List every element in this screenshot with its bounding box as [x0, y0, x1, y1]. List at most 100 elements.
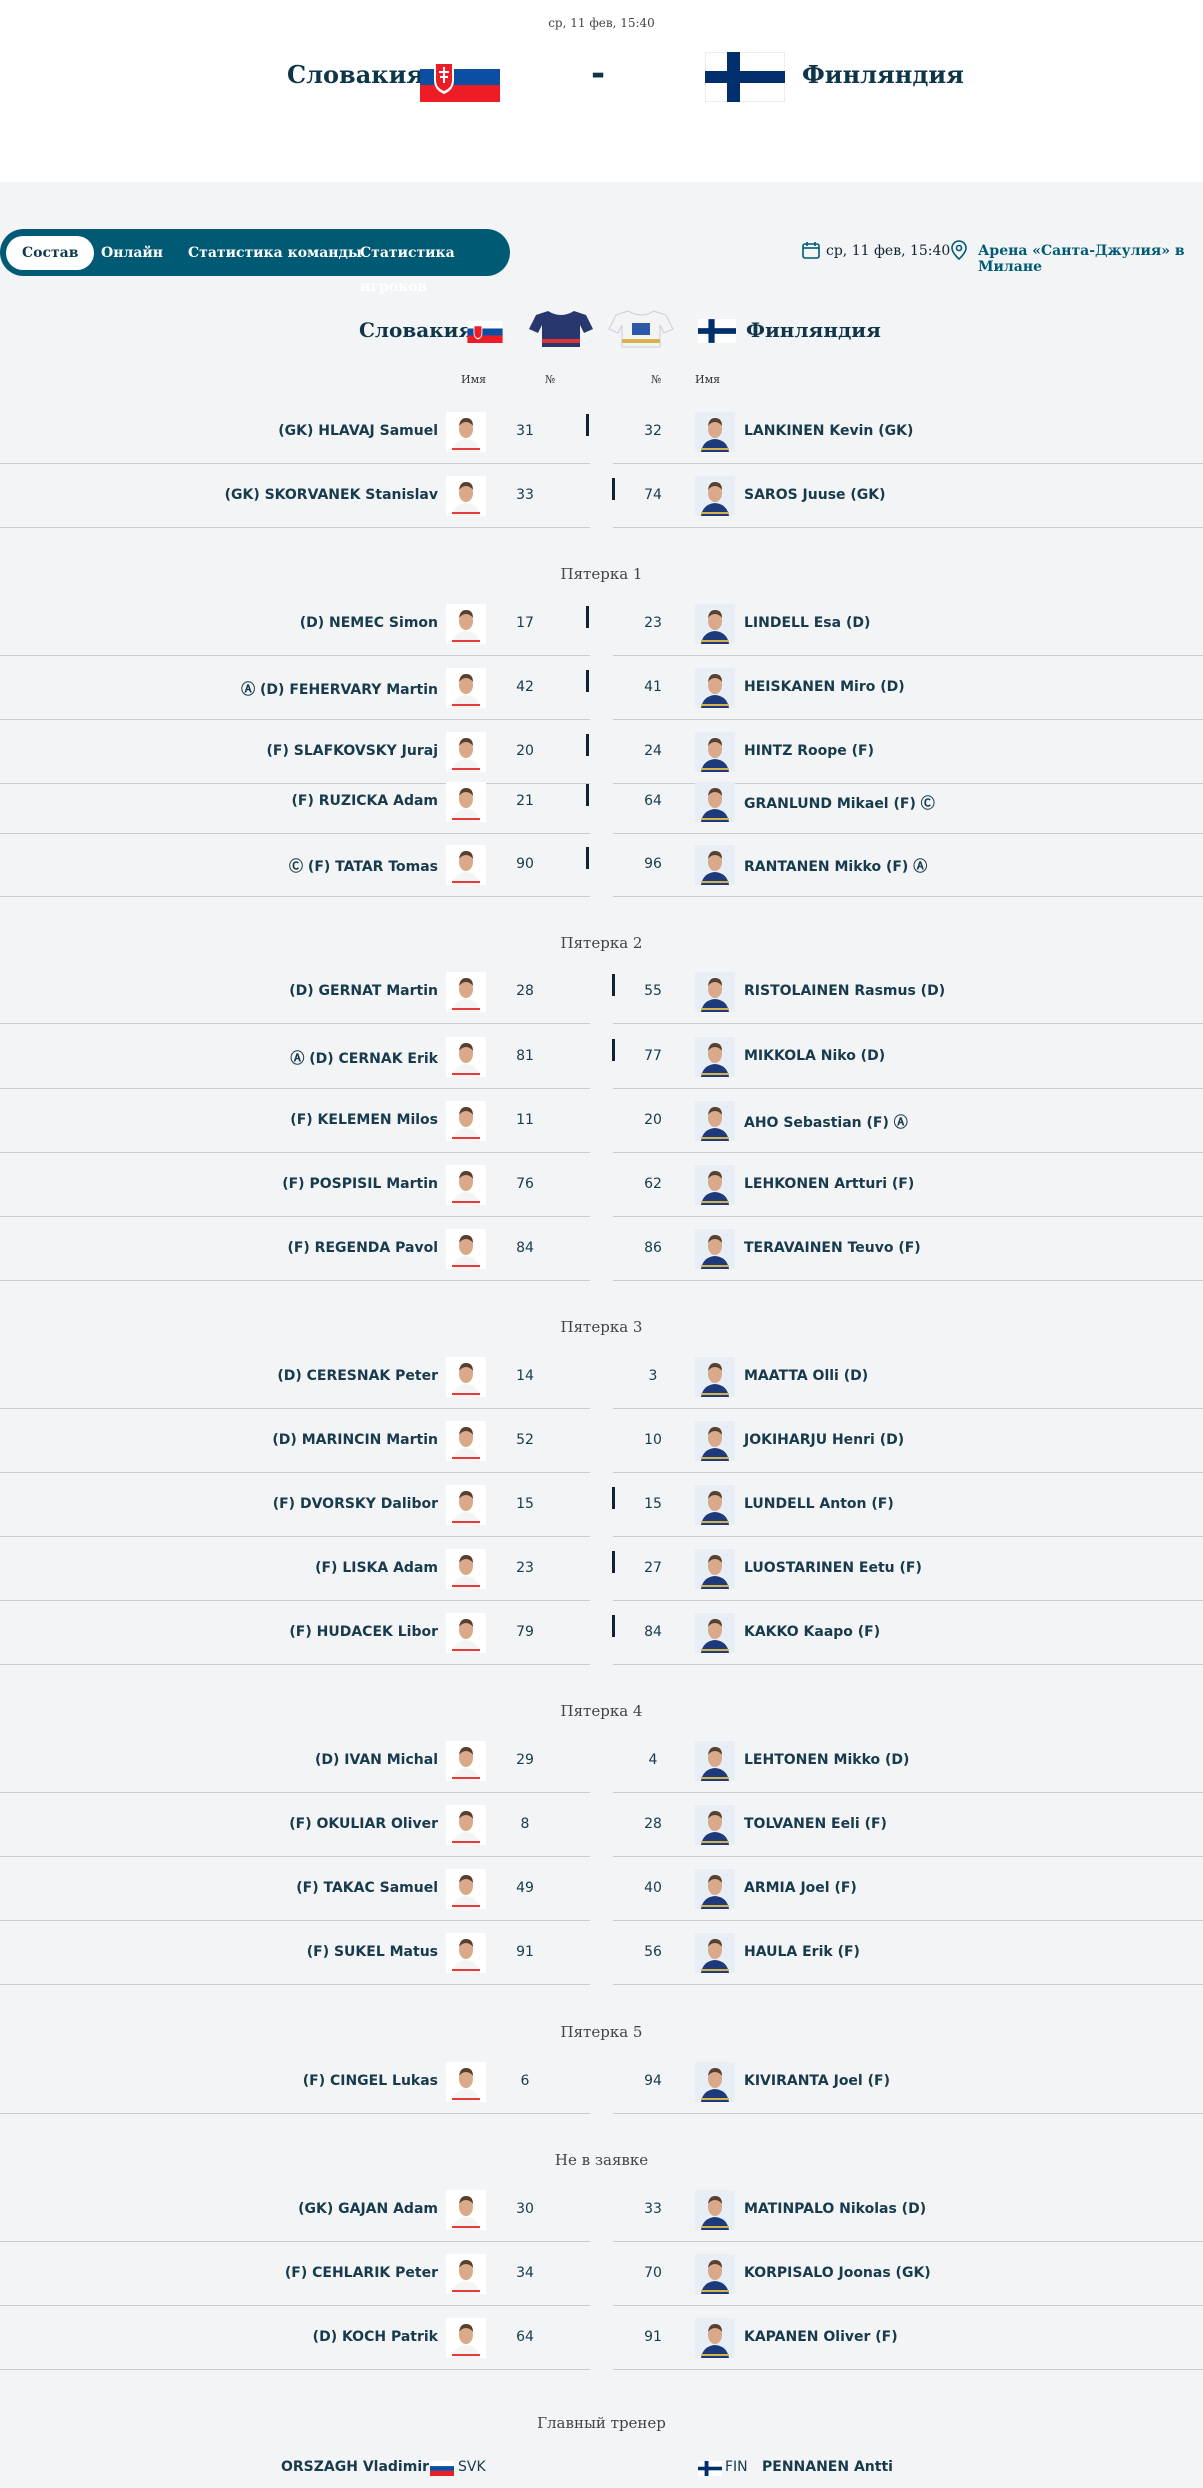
home-player-name[interactable]: (GK) SKORVANEK Stanislav	[225, 487, 438, 503]
home-player-name[interactable]: Ⓐ (D) FEHERVARY Martin	[241, 679, 438, 699]
away-player-photo[interactable]	[695, 2254, 735, 2294]
tab-online[interactable]: Онлайн	[101, 236, 163, 270]
away-player-photo[interactable]	[695, 1805, 735, 1845]
away-player-photo[interactable]	[695, 845, 735, 885]
home-player-photo[interactable]	[446, 1805, 486, 1845]
away-player-name[interactable]: KAKKO Kaapo (F)	[744, 1624, 880, 1640]
away-player-name[interactable]: LINDELL Esa (D)	[744, 615, 870, 631]
home-player-name[interactable]: (D) IVAN Michal	[315, 1752, 438, 1768]
home-player-photo[interactable]	[446, 1229, 486, 1269]
home-player-name[interactable]: (F) REGENDA Pavol	[287, 1240, 438, 1256]
home-player-photo[interactable]	[446, 476, 486, 516]
away-player-photo[interactable]	[695, 782, 735, 822]
home-player-photo[interactable]	[446, 1421, 486, 1461]
tab-team-stats[interactable]: Статистика команды	[188, 236, 362, 270]
tab-player-stats[interactable]: Статистика игроков	[360, 236, 510, 295]
away-player-photo[interactable]	[695, 412, 735, 452]
home-player-photo[interactable]	[446, 1485, 486, 1525]
home-player-photo[interactable]	[446, 1101, 486, 1141]
away-player-photo[interactable]	[695, 2318, 735, 2358]
home-player-photo[interactable]	[446, 845, 486, 885]
home-team-name[interactable]: Словакия	[287, 60, 424, 89]
home-player-name[interactable]: (F) CINGEL Lukas	[303, 2073, 438, 2089]
home-player-name[interactable]: (D) KOCH Patrik	[313, 2329, 438, 2345]
home-player-photo[interactable]	[446, 668, 486, 708]
home-player-name[interactable]: (D) NEMEC Simon	[300, 615, 438, 631]
home-player-name[interactable]: Ⓒ (F) TATAR Tomas	[289, 856, 438, 876]
home-player-photo[interactable]	[446, 1549, 486, 1589]
away-player-name[interactable]: JOKIHARJU Henri (D)	[744, 1432, 904, 1448]
away-player-photo[interactable]	[695, 1037, 735, 1077]
away-player-name[interactable]: GRANLUND Mikael (F) Ⓒ	[744, 793, 935, 813]
away-player-name[interactable]: TERAVAINEN Teuvo (F)	[744, 1240, 921, 1256]
away-player-name[interactable]: HAULA Erik (F)	[744, 1944, 860, 1960]
home-player-name[interactable]: (F) CEHLARIK Peter	[285, 2265, 438, 2281]
away-player-name[interactable]: MIKKOLA Niko (D)	[744, 1048, 885, 1064]
away-player-name[interactable]: LEHKONEN Artturi (F)	[744, 1176, 914, 1192]
away-player-photo[interactable]	[695, 604, 735, 644]
home-player-photo[interactable]	[446, 782, 486, 822]
home-player-name[interactable]: (F) DVORSKY Dalibor	[273, 1496, 438, 1512]
home-player-name[interactable]: (F) HUDACEK Libor	[289, 1624, 438, 1640]
away-player-name[interactable]: TOLVANEN Eeli (F)	[744, 1816, 887, 1832]
away-player-name[interactable]: RISTOLAINEN Rasmus (D)	[744, 983, 945, 999]
home-player-name[interactable]: (D) CERESNAK Peter	[277, 1368, 438, 1384]
venue-link[interactable]: Арена «Санта-Джулия» в Милане	[978, 243, 1203, 275]
away-player-name[interactable]: AHO Sebastian (F) Ⓐ	[744, 1112, 908, 1132]
away-player-photo[interactable]	[695, 476, 735, 516]
home-player-photo[interactable]	[446, 1037, 486, 1077]
home-player-photo[interactable]	[446, 2062, 486, 2102]
home-player-photo[interactable]	[446, 2318, 486, 2358]
home-player-photo[interactable]	[446, 1933, 486, 1973]
away-player-photo[interactable]	[695, 1165, 735, 1205]
away-player-photo[interactable]	[695, 972, 735, 1012]
away-player-photo[interactable]	[695, 1101, 735, 1141]
away-player-name[interactable]: KAPANEN Oliver (F)	[744, 2329, 898, 2345]
away-player-name[interactable]: KORPISALO Joonas (GK)	[744, 2265, 931, 2281]
home-player-photo[interactable]	[446, 412, 486, 452]
away-player-photo[interactable]	[695, 732, 735, 772]
away-player-name[interactable]: MAATTA Olli (D)	[744, 1368, 868, 1384]
home-player-name[interactable]: Ⓐ (D) CERNAK Erik	[290, 1048, 438, 1068]
away-player-name[interactable]: RANTANEN Mikko (F) Ⓐ	[744, 856, 927, 876]
away-player-name[interactable]: SAROS Juuse (GK)	[744, 487, 886, 503]
home-player-photo[interactable]	[446, 972, 486, 1012]
away-team-name[interactable]: Финляндия	[802, 60, 964, 89]
away-player-name[interactable]: LANKINEN Kevin (GK)	[744, 423, 913, 439]
away-player-name[interactable]: ARMIA Joel (F)	[744, 1880, 857, 1896]
home-player-name[interactable]: (F) LISKA Adam	[315, 1560, 438, 1576]
home-player-name[interactable]: (D) MARINCIN Martin	[272, 1432, 438, 1448]
away-player-name[interactable]: LUOSTARINEN Eetu (F)	[744, 1560, 922, 1576]
home-player-name[interactable]: (F) SUKEL Matus	[307, 1944, 438, 1960]
home-player-photo[interactable]	[446, 604, 486, 644]
away-player-photo[interactable]	[695, 1485, 735, 1525]
home-player-photo[interactable]	[446, 1741, 486, 1781]
tab-lineup[interactable]: Состав	[6, 236, 95, 270]
home-player-name[interactable]: (GK) GAJAN Adam	[298, 2201, 438, 2217]
home-player-name[interactable]: (F) TAKAC Samuel	[296, 1880, 438, 1896]
home-player-photo[interactable]	[446, 2190, 486, 2230]
home-player-name[interactable]: (F) OKULIAR Oliver	[289, 1816, 438, 1832]
home-player-name[interactable]: (F) KELEMEN Milos	[290, 1112, 438, 1128]
away-player-name[interactable]: HEISKANEN Miro (D)	[744, 679, 905, 695]
away-player-photo[interactable]	[695, 1549, 735, 1589]
home-player-photo[interactable]	[446, 1165, 486, 1205]
away-player-photo[interactable]	[695, 2062, 735, 2102]
away-player-photo[interactable]	[695, 1421, 735, 1461]
home-player-photo[interactable]	[446, 732, 486, 772]
away-player-photo[interactable]	[695, 1933, 735, 1973]
away-player-name[interactable]: LEHTONEN Mikko (D)	[744, 1752, 909, 1768]
away-player-name[interactable]: HINTZ Roope (F)	[744, 743, 874, 759]
away-player-photo[interactable]	[695, 2190, 735, 2230]
away-player-name[interactable]: KIVIRANTA Joel (F)	[744, 2073, 890, 2089]
away-player-photo[interactable]	[695, 1741, 735, 1781]
away-player-photo[interactable]	[695, 1613, 735, 1653]
home-player-photo[interactable]	[446, 1613, 486, 1653]
home-player-name[interactable]: (D) GERNAT Martin	[289, 983, 438, 999]
away-player-name[interactable]: LUNDELL Anton (F)	[744, 1496, 894, 1512]
home-player-name[interactable]: (F) POSPISIL Martin	[282, 1176, 438, 1192]
home-player-name[interactable]: (F) RUZICKA Adam	[292, 793, 438, 809]
home-player-photo[interactable]	[446, 1357, 486, 1397]
home-player-photo[interactable]	[446, 1869, 486, 1909]
home-player-name[interactable]: (GK) HLAVAJ Samuel	[278, 423, 438, 439]
